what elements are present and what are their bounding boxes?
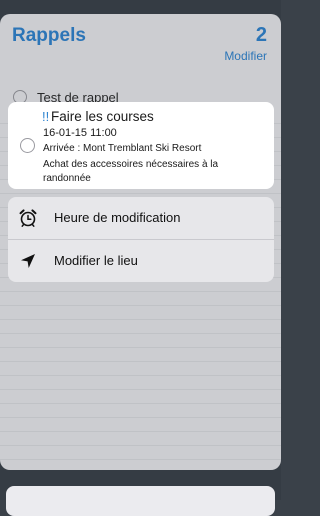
reminder-location: Arrivée : Mont Tremblant Ski Resort (43, 143, 202, 154)
next-list-card[interactable] (6, 486, 275, 516)
reminder-date: 16-01-15 11:00 (43, 127, 117, 139)
action-menu: Heure de modification Modifier le lieu (8, 197, 274, 282)
priority-indicator: !! (42, 109, 50, 124)
complete-checkbox[interactable] (20, 138, 35, 153)
menu-item-change-time[interactable]: Heure de modification (8, 197, 274, 240)
menu-item-label: Heure de modification (54, 210, 181, 225)
reminder-title: Faire les courses (51, 109, 154, 124)
location-arrow-icon (18, 251, 38, 271)
reminder-detail-card[interactable]: !! Faire les courses 16-01-15 11:00 Arri… (8, 102, 274, 189)
menu-item-label: Modifier le lieu (54, 253, 138, 268)
alarm-clock-icon (18, 208, 38, 228)
menu-item-change-location[interactable]: Modifier le lieu (8, 240, 274, 282)
reminder-notes: Achat des accessoires nécessaires à la r… (43, 159, 219, 184)
